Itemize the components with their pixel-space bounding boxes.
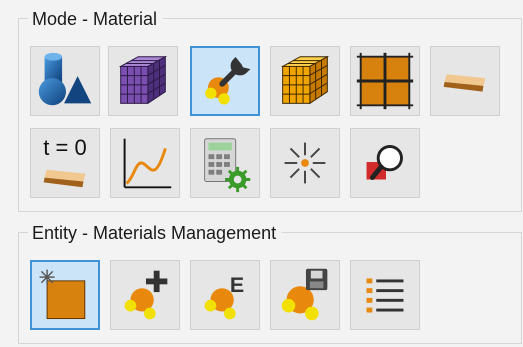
curve-graph-button[interactable] [110, 128, 180, 198]
shell-section-button[interactable] [430, 46, 500, 116]
material-list-button[interactable] [350, 260, 420, 330]
initial-thickness-button[interactable]: t = 0 [30, 128, 100, 198]
explode-star-icon [284, 142, 326, 184]
group-title-entity-materials-management: Entity - Materials Management [28, 222, 283, 244]
svg-text:E: E [230, 273, 244, 297]
purple-mesh-cube-icon [118, 55, 168, 105]
new-material-icon [39, 269, 86, 320]
grid-surface-icon [356, 52, 414, 110]
inspect-magnifier-icon [366, 145, 403, 180]
group-title-mode-material: Mode - Material [28, 8, 164, 30]
edit-material-button[interactable]: E [190, 260, 260, 330]
orange-mesh-cube-button[interactable] [270, 46, 340, 116]
shell-section-icon [443, 74, 486, 92]
grid-surface-button[interactable] [350, 46, 420, 116]
save-material-icon [281, 268, 328, 321]
primitive-shapes-button[interactable] [30, 46, 100, 116]
purple-mesh-cube-button[interactable] [108, 46, 178, 116]
save-material-button[interactable] [270, 260, 340, 330]
add-material-icon [124, 270, 168, 320]
material-wrench-icon [205, 56, 251, 105]
primitive-shapes-icon [38, 52, 92, 106]
inspect-magnifier-button[interactable] [350, 128, 420, 198]
curve-graph-icon [123, 138, 172, 189]
material-list-icon [366, 278, 404, 313]
explode-star-button[interactable] [270, 128, 340, 198]
material-wrench-button[interactable] [190, 46, 260, 116]
initial-thickness-icon [43, 169, 86, 188]
calculator-settings-icon [204, 138, 251, 193]
add-material-button[interactable] [110, 260, 180, 330]
material-toolbar-panel: Mode - Material t = 0 Entity - Materials… [0, 0, 523, 347]
calculator-settings-button[interactable] [190, 128, 260, 198]
orange-mesh-cube-icon [280, 55, 330, 105]
new-material-button[interactable] [30, 260, 100, 330]
edit-material-icon: E [204, 273, 244, 320]
